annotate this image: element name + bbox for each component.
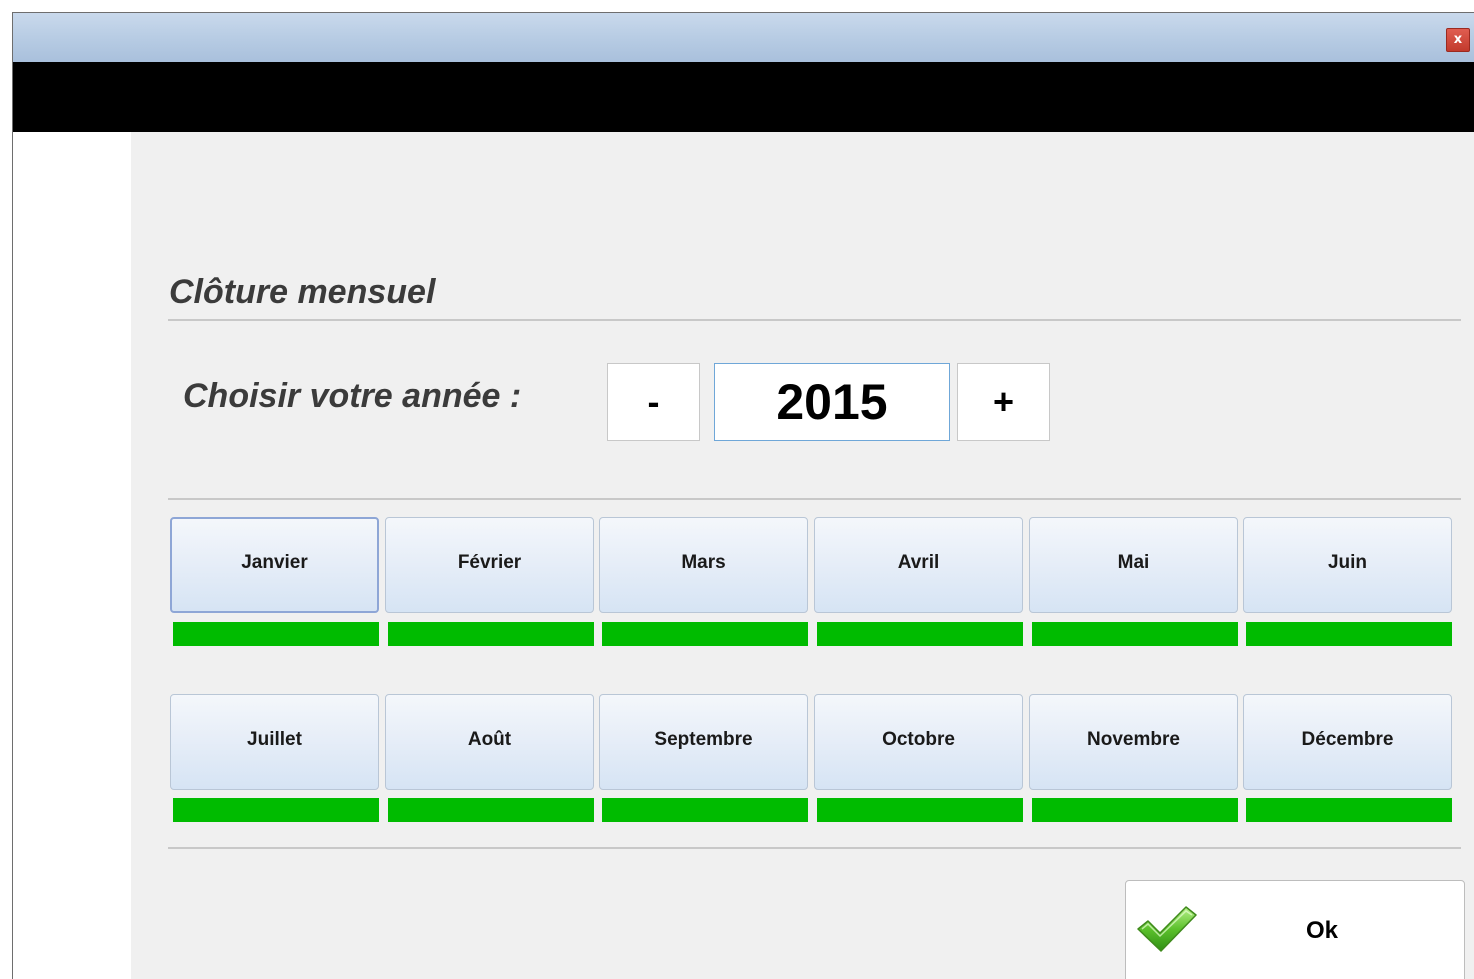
month-status-bar (388, 622, 594, 646)
month-button-juin[interactable]: Juin (1243, 517, 1452, 613)
month-button-aout[interactable]: Août (385, 694, 594, 790)
dialog-window: x Clôture mensuel Choisir votre année : … (12, 12, 1474, 979)
month-button-mai[interactable]: Mai (1029, 517, 1238, 613)
month-button-septembre[interactable]: Septembre (599, 694, 808, 790)
year-decrement-button[interactable]: - (607, 363, 700, 441)
month-status-bar (602, 622, 808, 646)
month-status-bar (1246, 622, 1452, 646)
ok-button-label: Ok (1306, 917, 1339, 944)
month-status-bar (173, 798, 379, 822)
month-button-novembre[interactable]: Novembre (1029, 694, 1238, 790)
content-area: Clôture mensuel Choisir votre année : - … (131, 132, 1474, 979)
month-status-bar (602, 798, 808, 822)
close-button[interactable]: x (1446, 28, 1470, 52)
month-button-fevrier[interactable]: Février (385, 517, 594, 613)
month-status-bar (1246, 798, 1452, 822)
month-status-bar (817, 798, 1023, 822)
checkmark-icon (1137, 906, 1197, 952)
title-bar[interactable]: x (13, 13, 1474, 62)
month-button-juillet[interactable]: Juillet (170, 694, 379, 790)
month-button-mars[interactable]: Mars (599, 517, 808, 613)
year-value[interactable]: 2015 (714, 363, 950, 441)
divider (168, 498, 1461, 500)
month-button-decembre[interactable]: Décembre (1243, 694, 1452, 790)
header-bar (13, 62, 1474, 132)
left-panel (13, 132, 131, 979)
month-status-bar (1032, 798, 1238, 822)
ok-button[interactable]: Ok (1125, 880, 1465, 979)
month-status-bar (173, 622, 379, 646)
year-increment-button[interactable]: + (957, 363, 1050, 441)
page-title: Clôture mensuel (169, 273, 436, 311)
month-button-janvier[interactable]: Janvier (170, 517, 379, 613)
year-label: Choisir votre année : (183, 377, 522, 415)
month-button-octobre[interactable]: Octobre (814, 694, 1023, 790)
divider (168, 847, 1461, 849)
month-status-bar (388, 798, 594, 822)
month-status-bar (1032, 622, 1238, 646)
divider (168, 319, 1461, 321)
month-button-avril[interactable]: Avril (814, 517, 1023, 613)
month-status-bar (817, 622, 1023, 646)
